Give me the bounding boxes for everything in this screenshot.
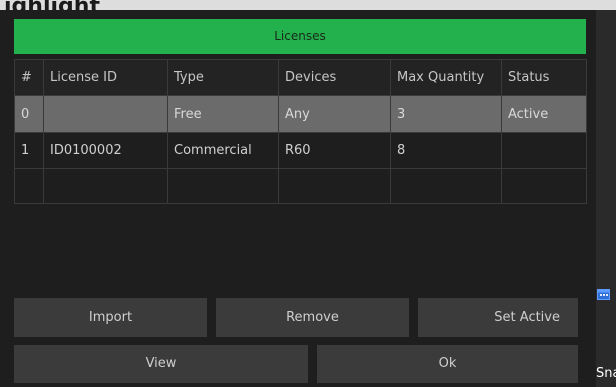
column-header-devices: Devices xyxy=(278,59,391,96)
import-button[interactable]: Import xyxy=(14,298,207,337)
view-button[interactable]: View xyxy=(14,345,308,383)
cell-max-quantity xyxy=(390,168,502,204)
calendar-icon[interactable] xyxy=(597,288,610,300)
table-header-row: # License ID Type Devices Max Quantity S… xyxy=(14,59,587,96)
remove-button[interactable]: Remove xyxy=(216,298,409,337)
cell-status: Active xyxy=(501,95,587,133)
cell-max-quantity: 3 xyxy=(390,95,502,133)
table-row[interactable] xyxy=(14,168,587,204)
side-panel xyxy=(596,10,616,387)
column-header-max-quantity: Max Quantity xyxy=(390,59,502,96)
cell-max-quantity: 8 xyxy=(390,132,502,169)
snip-label[interactable]: Sna xyxy=(596,366,616,381)
cell-license-id: ID0100002 xyxy=(43,132,168,169)
cell-number xyxy=(14,168,44,204)
licenses-table: # License ID Type Devices Max Quantity S… xyxy=(14,59,587,204)
cell-number: 1 xyxy=(14,132,44,169)
column-header-license-id: License ID xyxy=(43,59,168,96)
cell-type: Free xyxy=(167,95,279,133)
cell-devices xyxy=(278,168,391,204)
cell-type: Commercial xyxy=(167,132,279,169)
cell-devices: R60 xyxy=(278,132,391,169)
column-header-type: Type xyxy=(167,59,279,96)
cell-type xyxy=(167,168,279,204)
table-row[interactable]: 0 Free Any 3 Active xyxy=(14,95,587,133)
cell-license-id xyxy=(43,168,168,204)
cell-status xyxy=(501,168,587,204)
set-active-button[interactable]: Set Active xyxy=(418,298,578,337)
cell-devices: Any xyxy=(278,95,391,133)
ok-button[interactable]: Ok xyxy=(317,345,578,383)
cell-status xyxy=(501,132,587,169)
table-row[interactable]: 1 ID0100002 Commercial R60 8 xyxy=(14,132,587,169)
column-header-status: Status xyxy=(501,59,587,96)
cell-license-id xyxy=(43,95,168,133)
column-header-number: # xyxy=(14,59,44,96)
cell-number: 0 xyxy=(14,95,44,133)
dialog-header: Licenses xyxy=(14,19,586,54)
